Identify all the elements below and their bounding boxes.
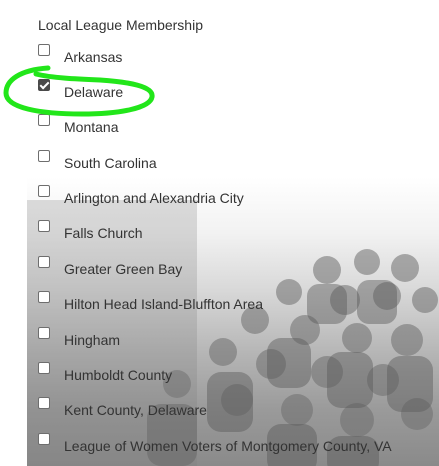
checkbox-option[interactable]: Montana bbox=[0, 114, 439, 144]
checkbox-option[interactable]: Arkansas bbox=[0, 44, 439, 74]
checkbox-option[interactable]: Arlington and Alexandria City bbox=[0, 185, 439, 215]
checkbox-unchecked[interactable] bbox=[38, 185, 50, 197]
checkbox-unchecked[interactable] bbox=[38, 397, 50, 409]
local-league-membership-heading: Local League Membership bbox=[38, 17, 203, 33]
checkbox-unchecked[interactable] bbox=[38, 433, 50, 445]
checkbox-label[interactable]: League of Women Voters of Montgomery Cou… bbox=[64, 438, 392, 454]
checkbox-label[interactable]: Hilton Head Island-Bluffton Area bbox=[64, 296, 263, 312]
checkbox-label[interactable]: South Carolina bbox=[64, 155, 157, 171]
checkbox-unchecked[interactable] bbox=[38, 291, 50, 303]
checkbox-option[interactable]: Kent County, Delaware bbox=[0, 397, 439, 427]
checkbox-option[interactable]: Falls Church bbox=[0, 220, 439, 250]
checkbox-option[interactable]: Delaware bbox=[0, 79, 439, 109]
checkbox-unchecked[interactable] bbox=[38, 150, 50, 162]
checkbox-unchecked[interactable] bbox=[38, 362, 50, 374]
checkbox-label[interactable]: Falls Church bbox=[64, 225, 143, 241]
checkbox-label[interactable]: Greater Green Bay bbox=[64, 261, 182, 277]
checkbox-label[interactable]: Kent County, Delaware bbox=[64, 402, 207, 418]
checkbox-label[interactable]: Arlington and Alexandria City bbox=[64, 190, 244, 206]
checkbox-label[interactable]: Montana bbox=[64, 119, 118, 135]
checkbox-unchecked[interactable] bbox=[38, 256, 50, 268]
checkbox-option[interactable]: South Carolina bbox=[0, 150, 439, 180]
checkbox-option[interactable]: Hilton Head Island-Bluffton Area bbox=[0, 291, 439, 321]
checkbox-unchecked[interactable] bbox=[38, 44, 50, 56]
checkbox-label[interactable]: Delaware bbox=[64, 84, 123, 100]
checkbox-checked[interactable] bbox=[38, 79, 50, 91]
checkbox-option[interactable]: League of Women Voters of Montgomery Cou… bbox=[0, 433, 439, 463]
checkbox-option[interactable]: Greater Green Bay bbox=[0, 256, 439, 286]
checkbox-unchecked[interactable] bbox=[38, 114, 50, 126]
checkbox-label[interactable]: Arkansas bbox=[64, 49, 122, 65]
checkbox-label[interactable]: Hingham bbox=[64, 332, 120, 348]
checkbox-option[interactable]: Humboldt County bbox=[0, 362, 439, 392]
checkbox-unchecked[interactable] bbox=[38, 220, 50, 232]
checkbox-label[interactable]: Humboldt County bbox=[64, 367, 172, 383]
checkbox-option[interactable]: Hingham bbox=[0, 327, 439, 357]
checkbox-unchecked[interactable] bbox=[38, 327, 50, 339]
